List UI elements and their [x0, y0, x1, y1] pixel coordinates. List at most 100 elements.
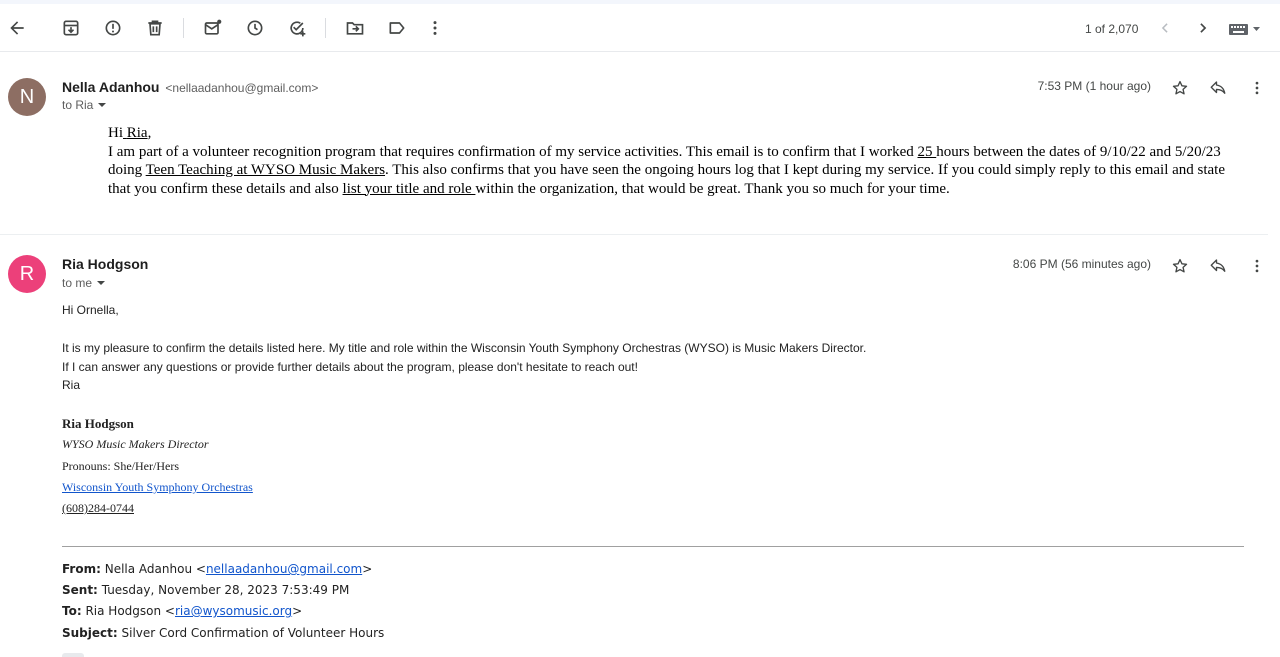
body-text: within the organization, that would be g…	[475, 180, 950, 197]
add-task-icon	[290, 21, 306, 37]
recipient-details-toggle[interactable]: to Ria	[62, 98, 107, 112]
avatar[interactable]: R	[8, 255, 46, 293]
quoted-sent: Sent: Tuesday, November 28, 2023 7:53:49…	[62, 583, 349, 597]
arrow-back-icon	[10, 21, 24, 35]
label-icon	[389, 22, 405, 34]
clock-icon	[247, 20, 263, 36]
greeting-name: Ria	[126, 125, 148, 141]
to-close: >	[292, 604, 303, 618]
sender-name[interactable]: Nella Adanhou	[62, 79, 160, 95]
reply-icon	[1210, 81, 1226, 94]
to-name: Ria Hodgson <	[85, 604, 175, 618]
greeting-comma: ,	[147, 125, 152, 141]
message-more-button[interactable]	[1245, 76, 1269, 100]
star-button[interactable]	[1168, 76, 1192, 100]
body-text: . This also confirms that you have seen …	[385, 162, 1226, 178]
add-to-tasks-button[interactable]	[281, 12, 313, 44]
body-paragraph: that you confirm these details and also …	[108, 180, 1258, 199]
sender: Nella Adanhou <nellaadanhou@gmail.com>	[62, 79, 318, 95]
signature-phone-row: (608)284-0744	[62, 501, 134, 516]
body-text: hours between the dates of 9/10/22 and 5…	[936, 143, 1221, 160]
avatar-letter: N	[19, 85, 35, 108]
hours-value: 25	[917, 143, 937, 160]
subject-label: Subject:	[62, 626, 118, 640]
sent-label: Sent:	[62, 583, 98, 597]
more-vert-icon	[1255, 81, 1259, 95]
sender: Ria Hodgson	[62, 256, 148, 272]
body-text: I am part of a volunteer recognition pro…	[108, 143, 914, 160]
show-trimmed-content-button[interactable]	[62, 653, 84, 657]
to-email-link[interactable]: ria@wysomusic.org	[175, 604, 292, 618]
quoted-subject: Subject: Silver Cord Confirmation of Vol…	[62, 626, 384, 640]
input-tools-button[interactable]	[1228, 20, 1264, 38]
recipient-details-toggle[interactable]: to me	[62, 276, 106, 290]
from-email-link[interactable]: nellaadanhou@gmail.com	[206, 562, 362, 576]
star-button[interactable]	[1168, 254, 1192, 278]
body-text: doing	[108, 162, 143, 178]
reply-icon	[1210, 259, 1226, 272]
body-text: that you confirm these details and also	[108, 180, 339, 197]
toolbar-separator	[183, 18, 184, 38]
phone-link[interactable]: (608)284-0744	[62, 501, 134, 515]
message-divider	[0, 234, 1268, 235]
reply-line: If I can answer any questions or provide…	[62, 360, 638, 374]
subject-value: Silver Cord Confirmation of Volunteer Ho…	[121, 626, 385, 640]
newer-button[interactable]	[1149, 12, 1181, 44]
avatar[interactable]: N	[8, 78, 46, 116]
reply-button[interactable]	[1206, 254, 1230, 278]
star-icon	[1172, 258, 1188, 273]
quoted-to: To: Ria Hodgson <ria@wysomusic.org>	[62, 604, 302, 618]
labels-button[interactable]	[381, 12, 413, 44]
to-label: To:	[62, 604, 82, 618]
title-role-request: list your title and role	[342, 180, 476, 197]
mark-unread-button[interactable]	[197, 12, 229, 44]
more-options-button[interactable]	[419, 12, 451, 44]
sender-email: <nellaadanhou@gmail.com>	[165, 81, 319, 95]
message-more-button[interactable]	[1245, 254, 1269, 278]
trash-icon	[148, 20, 162, 36]
more-vert-icon	[433, 21, 437, 35]
reply-line: It is my pleasure to confirm the details…	[62, 341, 867, 355]
star-icon	[1172, 80, 1188, 95]
chevron-right-icon	[1200, 23, 1207, 33]
message-time: 7:53 PM (1 hour ago)	[1037, 79, 1151, 93]
sent-value: Tuesday, November 28, 2023 7:53:49 PM	[101, 583, 350, 597]
chevron-left-icon	[1161, 23, 1168, 33]
older-button[interactable]	[1187, 12, 1219, 44]
archive-icon	[63, 20, 79, 36]
report-spam-button[interactable]	[97, 12, 129, 44]
more-vert-icon	[1255, 259, 1259, 273]
caret-down-icon	[98, 103, 107, 107]
caret-down-icon	[97, 281, 106, 285]
mark-unread-icon	[204, 19, 222, 35]
pager-count: 1 of 2,070	[1085, 22, 1139, 36]
signature-name: Ria Hodgson	[62, 416, 134, 431]
back-button[interactable]	[1, 12, 33, 44]
from-close: >	[362, 562, 373, 576]
recipient-label: to me	[62, 276, 93, 290]
org-link[interactable]: Wisconsin Youth Symphony Orchestras	[62, 480, 253, 494]
from-name: Nella Adanhou <	[104, 562, 206, 576]
delete-button[interactable]	[139, 12, 171, 44]
snooze-button[interactable]	[239, 12, 271, 44]
quoted-divider	[62, 546, 1244, 547]
archive-button[interactable]	[55, 12, 87, 44]
program-name: Teen Teaching at WYSO Music Makers	[145, 162, 386, 178]
greeting-line: Hi Ria,	[108, 124, 1258, 143]
reply-button[interactable]	[1206, 76, 1230, 100]
sender-name[interactable]: Ria Hodgson	[62, 256, 148, 272]
signature-pronouns: Pronouns: She/Her/Hers	[62, 459, 179, 473]
body-paragraph: I am part of a volunteer recognition pro…	[108, 143, 1258, 162]
reply-signoff: Ria	[62, 378, 81, 392]
from-label: From:	[62, 562, 101, 576]
report-icon	[105, 20, 121, 36]
message-body: Hi Ria, I am part of a volunteer recogni…	[108, 124, 1258, 198]
quoted-from: From: Nella Adanhou <nellaadanhou@gmail.…	[62, 562, 372, 576]
keyboard-icon	[1229, 24, 1260, 35]
message-time: 8:06 PM (56 minutes ago)	[1012, 257, 1151, 271]
message-toolbar: 1 of 2,070	[0, 4, 1280, 52]
move-to-button[interactable]	[339, 12, 371, 44]
reply-greeting: Hi Ornella,	[62, 303, 119, 317]
signature-org: Wisconsin Youth Symphony Orchestras	[62, 480, 253, 495]
greeting-hi: Hi	[108, 125, 123, 141]
